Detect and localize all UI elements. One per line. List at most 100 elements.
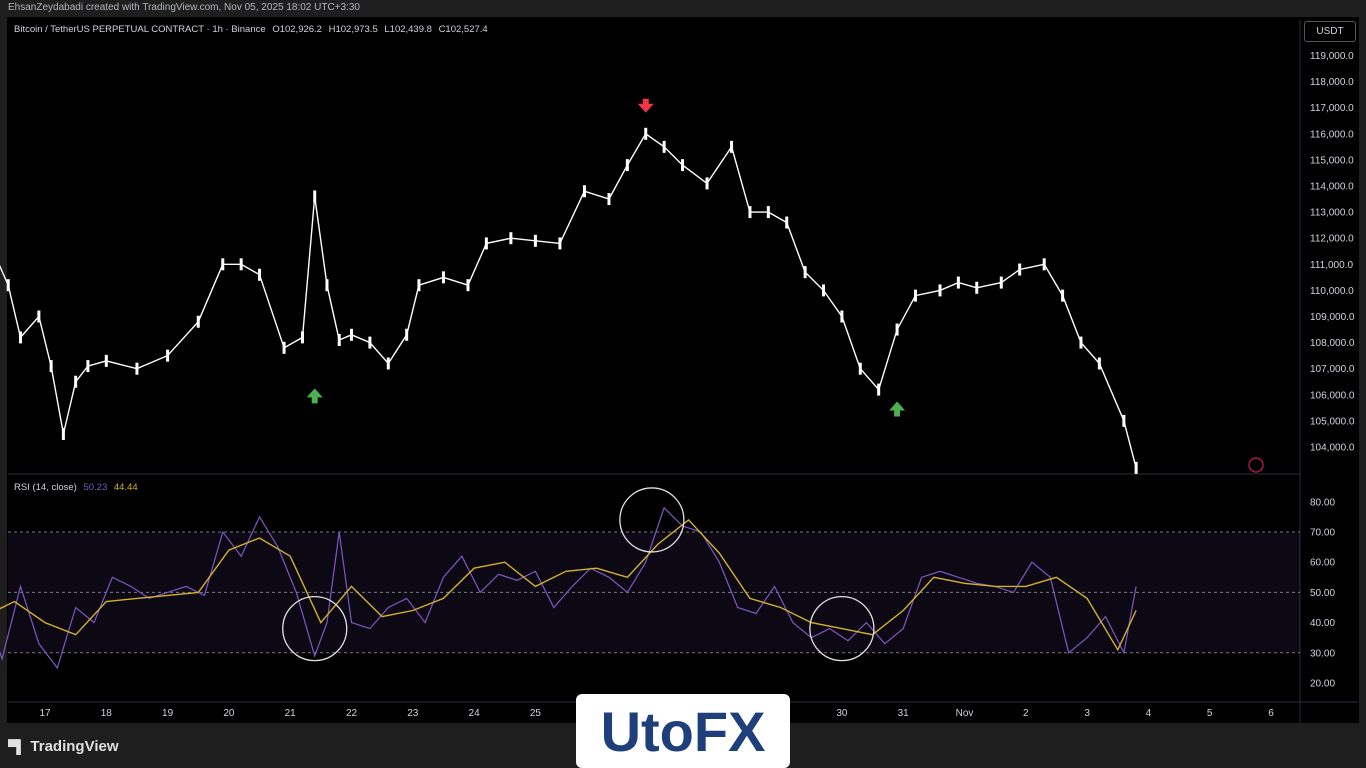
price-candle: [582, 185, 586, 198]
rsi-label[interactable]: RSI (14, close): [14, 482, 77, 493]
time-tick-label: 4: [1146, 708, 1152, 719]
time-tick-label: 19: [162, 708, 174, 719]
sell-signal-arrow-icon: [637, 98, 654, 113]
chart-svg[interactable]: 104,000.0 105,000.0 106,000.0 107,000.0 108,…: [0, 0, 1366, 768]
time-tick-label: 2: [1023, 708, 1029, 719]
price-candle: [441, 271, 445, 284]
price-candle: [74, 375, 78, 388]
ohlc-high: H102,973.5: [328, 24, 378, 35]
price-candle: [999, 276, 1003, 289]
price-candle: [509, 232, 513, 245]
price-tick-label: 109,000.0: [1310, 312, 1355, 323]
price-candle: [533, 234, 537, 247]
price-candle: [61, 427, 65, 440]
price-candle: [282, 341, 286, 354]
time-tick-label: 18: [101, 708, 113, 719]
price-candle: [258, 268, 262, 281]
time-tick-label: 21: [285, 708, 297, 719]
rsi-legend: RSI (14, close) 50.23 44.44: [14, 482, 138, 493]
price-candle: [558, 237, 562, 250]
price-candle: [766, 206, 770, 219]
price-tick-label: 113,000.0: [1310, 208, 1354, 219]
price-series-line: [0, 132, 1137, 469]
price-candle: [18, 331, 22, 344]
price-candle: [785, 216, 789, 229]
price-candle: [1061, 289, 1065, 302]
time-tick-label: 6: [1268, 708, 1274, 719]
time-tick-label: 31: [898, 708, 910, 719]
price-candle: [730, 140, 734, 153]
time-tick-label: 25: [530, 708, 542, 719]
buy-signal-arrow-icon: [306, 388, 323, 404]
time-tick-label: 3: [1084, 708, 1090, 719]
price-candle: [484, 237, 488, 250]
price-candle: [405, 328, 409, 341]
price-candle: [1134, 461, 1138, 474]
time-tick-label: 17: [39, 708, 51, 719]
price-candle: [662, 140, 666, 153]
price-candle: [104, 354, 108, 367]
price-candle: [803, 266, 807, 279]
currency-button[interactable]: USDT: [1304, 21, 1356, 42]
price-candle: [221, 258, 225, 271]
price-candle: [1018, 263, 1022, 276]
price-candle: [1097, 357, 1101, 370]
price-tick-label: 110,000.0: [1310, 286, 1354, 297]
price-candle: [49, 360, 53, 373]
time-tick-label: Nov: [956, 708, 974, 719]
rsi-tick-label: 80.00: [1310, 497, 1335, 508]
symbol-name[interactable]: Bitcoin / TetherUS PERPETUAL CONTRACT · …: [14, 24, 266, 35]
price-candle: [239, 258, 243, 271]
tradingview-brand[interactable]: ▀▌ TradingView: [8, 738, 119, 755]
alert-icon[interactable]: [1248, 457, 1264, 473]
price-candle: [86, 360, 90, 373]
price-tick-label: 116,000.0: [1310, 129, 1354, 140]
price-candle: [607, 193, 611, 206]
price-candle: [337, 333, 341, 346]
price-candle: [368, 336, 372, 349]
price-candle: [644, 127, 648, 140]
price-candle: [956, 276, 960, 289]
price-tick-label: 114,000.0: [1310, 182, 1354, 193]
price-candle: [417, 279, 421, 292]
price-candle: [135, 362, 139, 375]
price-tick-label: 107,000.0: [1310, 364, 1355, 375]
price-tick-label: 117,000.0: [1310, 103, 1354, 114]
ohlc-open: O102,926.2: [272, 24, 322, 35]
symbol-legend: Bitcoin / TetherUS PERPETUAL CONTRACT · …: [14, 24, 492, 35]
utofx-watermark-logo: UtoFX: [576, 694, 790, 768]
rsi-ma-value: 44.44: [113, 482, 138, 493]
price-candle: [913, 289, 917, 302]
price-candle: [625, 159, 629, 172]
ohlc-low: L102,439.8: [384, 24, 432, 35]
price-tick-label: 119,000.0: [1310, 51, 1354, 62]
price-candle: [466, 279, 470, 292]
rsi-tick-label: 30.00: [1310, 648, 1335, 659]
rsi-tick-label: 60.00: [1310, 558, 1335, 569]
price-candle: [938, 284, 942, 297]
price-candle: [1042, 258, 1046, 271]
price-candle: [196, 315, 200, 328]
price-candle: [1079, 336, 1083, 349]
price-tick-label: 112,000.0: [1310, 234, 1354, 245]
price-candle: [822, 284, 826, 297]
price-candle: [705, 177, 709, 190]
rsi-tick-label: 70.00: [1310, 528, 1335, 539]
tradingview-logo-icon: ▀▌: [8, 739, 25, 754]
price-candle: [350, 328, 353, 341]
tradingview-wordmark: TradingView: [30, 738, 119, 755]
price-candle: [166, 349, 170, 362]
rsi-tick-label: 40.00: [1310, 618, 1335, 629]
price-candle: [6, 279, 10, 292]
rsi-tick-label: 20.00: [1310, 679, 1335, 690]
time-tick-label: 24: [469, 708, 481, 719]
price-candle: [325, 279, 329, 292]
price-candle: [313, 190, 317, 203]
time-tick-label: 23: [407, 708, 419, 719]
price-candle: [748, 206, 752, 219]
price-candle: [858, 362, 862, 375]
price-tick-label: 105,000.0: [1310, 416, 1355, 427]
rsi-value: 50.23: [83, 482, 108, 493]
buy-signal-arrow-icon: [889, 401, 906, 417]
price-tick-label: 106,000.0: [1310, 390, 1355, 401]
